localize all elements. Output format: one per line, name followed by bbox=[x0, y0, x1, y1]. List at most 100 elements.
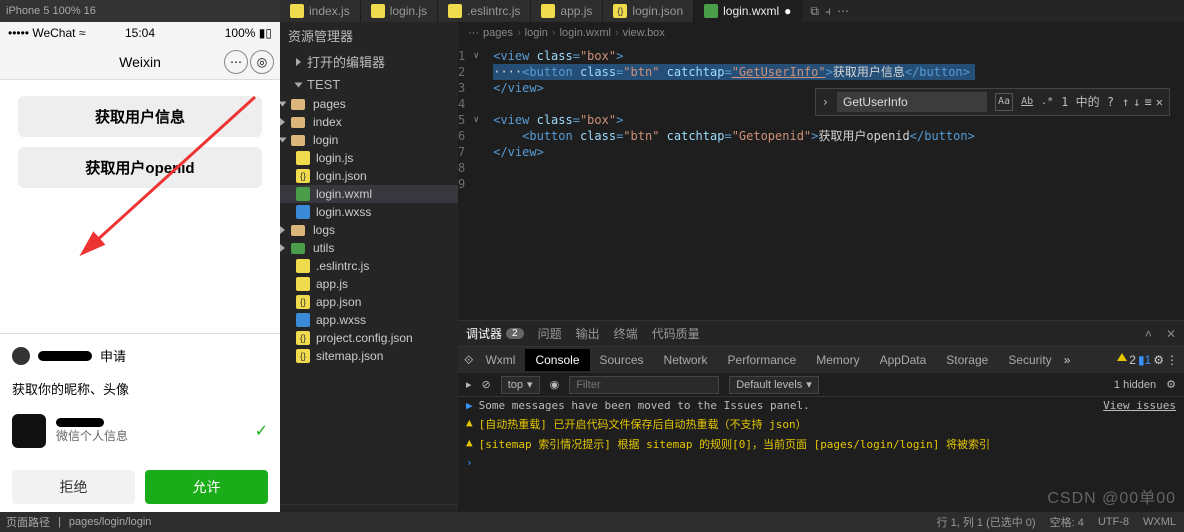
tree-label: login.wxss bbox=[316, 205, 371, 219]
tree-item-utils[interactable]: utils bbox=[280, 239, 458, 257]
tab-login.wxml[interactable]: login.wxml● bbox=[694, 0, 802, 22]
devtab-wxml[interactable]: Wxml bbox=[475, 349, 525, 371]
tree-item-sitemap.json[interactable]: {}sitemap.json bbox=[280, 347, 458, 365]
allow-button[interactable]: 允许 bbox=[145, 470, 268, 504]
find-menu-icon[interactable]: ≡ bbox=[1145, 94, 1152, 110]
reject-button[interactable]: 拒绝 bbox=[12, 470, 135, 504]
regex-icon[interactable]: .* bbox=[1041, 94, 1053, 110]
tab-output[interactable]: 输出 bbox=[576, 325, 600, 342]
tree-item-pages[interactable]: pages bbox=[280, 95, 458, 113]
tab-issues[interactable]: 问题 bbox=[538, 325, 562, 342]
js-file-icon bbox=[371, 4, 385, 18]
eye-icon[interactable]: ◉ bbox=[550, 378, 560, 391]
file-tree[interactable]: pagesindexloginlogin.js{}login.jsonlogin… bbox=[280, 95, 458, 365]
close-icon[interactable]: ◎ bbox=[250, 50, 274, 74]
json-file-icon: {} bbox=[296, 169, 310, 183]
crumb-view.box[interactable]: view.box bbox=[623, 27, 665, 39]
cursor-pos[interactable]: 行 1, 列 1 (已选中 0) bbox=[937, 514, 1036, 530]
context-select[interactable]: top ▾ bbox=[501, 376, 540, 394]
tab-login.json[interactable]: {}login.json bbox=[603, 0, 694, 22]
crumb-pages[interactable]: pages bbox=[483, 27, 513, 39]
tab-label: login.json bbox=[632, 4, 683, 18]
devtab-network[interactable]: Network bbox=[654, 349, 718, 371]
prev-match-icon[interactable]: ↑ bbox=[1122, 94, 1129, 110]
info-count[interactable]: 1 bbox=[1145, 353, 1152, 367]
tab-index.js[interactable]: index.js bbox=[280, 0, 361, 22]
tab-.eslintrc.js[interactable]: .eslintrc.js bbox=[438, 0, 531, 22]
console-gear-icon[interactable]: ⚙ bbox=[1166, 378, 1176, 391]
tab-label: index.js bbox=[309, 4, 350, 18]
editor-tabs[interactable]: index.js login.js.eslintrc.jsapp.js{}logi… bbox=[280, 0, 802, 22]
chevron-right-icon[interactable]: › bbox=[822, 94, 829, 110]
tab-quality[interactable]: 代码质量 bbox=[652, 325, 700, 342]
tab-debugger[interactable]: 调试器2 bbox=[466, 325, 524, 342]
devtab-security[interactable]: Security bbox=[998, 349, 1061, 371]
view-issues-link[interactable]: View issues bbox=[1103, 399, 1176, 412]
tree-item-login.js[interactable]: login.js bbox=[280, 149, 458, 167]
compare-icon[interactable]: ⧉ bbox=[810, 4, 819, 19]
tab-terminal[interactable]: 终端 bbox=[614, 325, 638, 342]
wxml-file-icon bbox=[704, 4, 718, 18]
whole-word-icon[interactable]: Ab bbox=[1021, 94, 1033, 110]
chevron-icon bbox=[280, 102, 287, 107]
tree-item-login.json[interactable]: {}login.json bbox=[280, 167, 458, 185]
chevron-up-icon[interactable]: ˄ bbox=[1145, 327, 1152, 341]
tree-item-app.json[interactable]: {}app.json bbox=[280, 293, 458, 311]
tree-item-logs[interactable]: logs bbox=[280, 221, 458, 239]
tree-item-login.wxml[interactable]: login.wxml bbox=[280, 185, 458, 203]
message-text: Some messages have been moved to the Iss… bbox=[479, 399, 810, 412]
close-find-icon[interactable]: ✕ bbox=[1156, 94, 1163, 110]
console-prompt[interactable]: › bbox=[458, 454, 1184, 471]
inspect-icon[interactable]: ⟐ bbox=[464, 353, 473, 368]
tree-item-.eslintrc.js[interactable]: .eslintrc.js bbox=[280, 257, 458, 275]
find-input[interactable] bbox=[837, 92, 987, 112]
devtools-menu-icon[interactable]: ⋮ bbox=[1166, 353, 1178, 367]
get-user-info-button[interactable]: 获取用户信息 bbox=[18, 96, 262, 137]
get-openid-button[interactable]: 获取用户openid bbox=[18, 147, 262, 188]
device-name: iPhone 5 100% 16 bbox=[6, 5, 96, 17]
indent-info[interactable]: 空格: 4 bbox=[1050, 514, 1084, 530]
levels-select[interactable]: Default levels ▾ bbox=[729, 376, 819, 394]
filter-input[interactable] bbox=[569, 376, 719, 394]
menu-icon[interactable]: ⋯ bbox=[224, 50, 248, 74]
more-icon[interactable]: ⋯ bbox=[837, 4, 849, 19]
console-toolbar[interactable]: ▸ ⊘ top ▾ ◉ Default levels ▾ 1 hidden ⚙ bbox=[458, 373, 1184, 397]
open-editors-section[interactable]: 打开的编辑器 bbox=[280, 49, 458, 74]
devtools-tabs[interactable]: ⟐ WxmlConsoleSourcesNetworkPerformanceMe… bbox=[458, 347, 1184, 373]
devtab-sources[interactable]: Sources bbox=[590, 349, 654, 371]
clear-console-icon[interactable]: ⊘ bbox=[482, 378, 491, 391]
tree-item-index[interactable]: index bbox=[280, 113, 458, 131]
find-bar[interactable]: › Aa Ab .* 1 中的 ? ↑↓ ≡✕ bbox=[815, 88, 1170, 116]
tree-item-login.wxss[interactable]: login.wxss bbox=[280, 203, 458, 221]
crumb-login.wxml[interactable]: login.wxml bbox=[560, 27, 611, 39]
tree-item-project.config.json[interactable]: {}project.config.json bbox=[280, 329, 458, 347]
language-info[interactable]: WXML bbox=[1143, 516, 1176, 528]
tree-item-login[interactable]: login bbox=[280, 131, 458, 149]
devtab-console[interactable]: Console bbox=[525, 349, 589, 371]
tree-item-app.js[interactable]: app.js bbox=[280, 275, 458, 293]
project-root[interactable]: TEST bbox=[280, 74, 458, 95]
split-icon[interactable]: ⫞ bbox=[825, 4, 831, 19]
find-status: 1 中的 ? bbox=[1061, 94, 1114, 110]
warning-count[interactable]: 2 bbox=[1129, 353, 1136, 367]
tab-login.js[interactable]: login.js bbox=[361, 0, 438, 22]
next-match-icon[interactable]: ↓ bbox=[1133, 94, 1140, 110]
console-info-message: ▶Some messages have been moved to the Is… bbox=[458, 397, 1184, 414]
devtab-performance[interactable]: Performance bbox=[718, 349, 807, 371]
devtab-appdata[interactable]: AppData bbox=[870, 349, 937, 371]
match-case-icon[interactable]: Aa bbox=[995, 93, 1013, 111]
breadcrumb[interactable]: ··· pages › login › login.wxml › view.bo… bbox=[458, 22, 1184, 44]
devtools-more-icon[interactable]: » bbox=[1064, 353, 1071, 367]
tree-item-app.wxss[interactable]: app.wxss bbox=[280, 311, 458, 329]
encoding-info[interactable]: UTF-8 bbox=[1098, 516, 1129, 528]
devtab-memory[interactable]: Memory bbox=[806, 349, 869, 371]
code-editor[interactable]: › Aa Ab .* 1 中的 ? ↑↓≡✕ 1∨2345∨6789 <view… bbox=[458, 44, 1184, 320]
sidebar-toggle-icon[interactable]: ▸ bbox=[466, 378, 472, 391]
hidden-count[interactable]: 1 hidden bbox=[1114, 379, 1156, 391]
tab-app.js[interactable]: app.js bbox=[531, 0, 603, 22]
panel-tabs[interactable]: 调试器2 问题 输出 终端 代码质量 ˄ ✕ bbox=[458, 321, 1184, 347]
close-panel-icon[interactable]: ✕ bbox=[1166, 327, 1176, 341]
devtab-storage[interactable]: Storage bbox=[936, 349, 998, 371]
crumb-login[interactable]: login bbox=[525, 27, 548, 39]
gear-icon[interactable]: ⚙ bbox=[1153, 353, 1164, 367]
